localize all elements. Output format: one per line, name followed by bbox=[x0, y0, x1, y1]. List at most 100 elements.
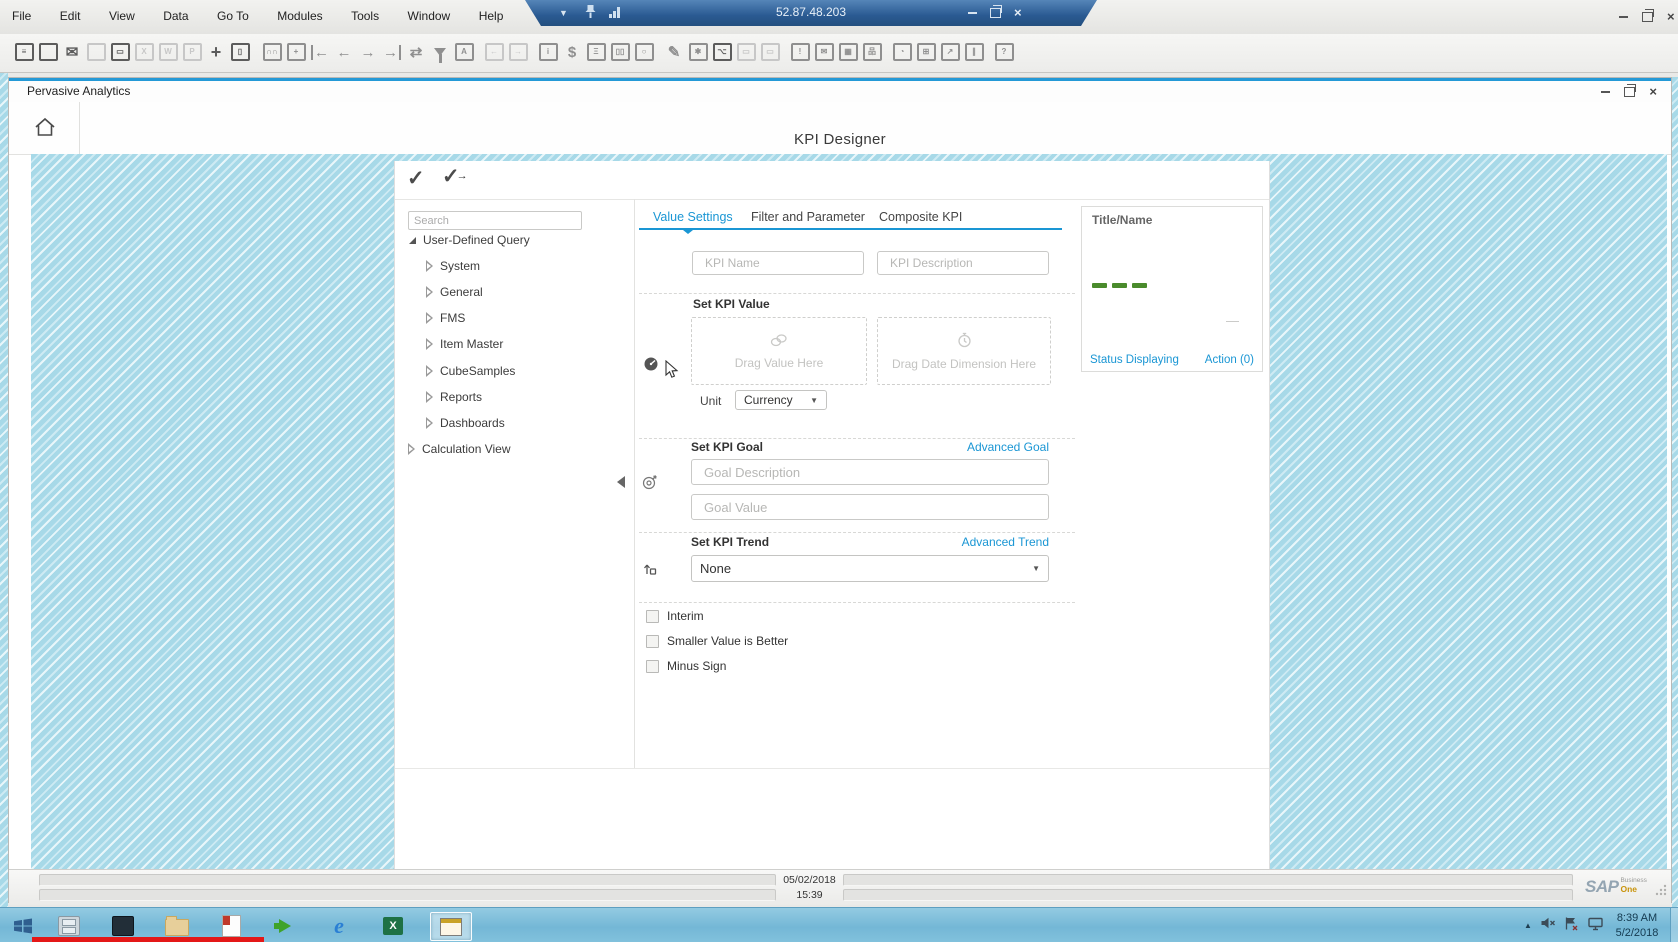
kpi-description-input[interactable] bbox=[877, 251, 1049, 275]
taskbar-internet-explorer-icon[interactable]: e bbox=[322, 912, 356, 939]
taskbar-document-app-icon[interactable] bbox=[214, 912, 248, 939]
workflow-icon[interactable]: ⌥ bbox=[712, 43, 732, 61]
menu-help[interactable]: Help bbox=[467, 9, 516, 23]
taskbar-file-explorer-icon[interactable] bbox=[52, 912, 86, 939]
alert-message-icon[interactable]: ✉ bbox=[814, 43, 834, 61]
window-minimize-icon[interactable] bbox=[1601, 91, 1610, 93]
link-document-icon[interactable]: ← bbox=[484, 43, 504, 61]
collapsed-triangle-icon[interactable] bbox=[427, 288, 433, 296]
rdp-minimize-icon[interactable] bbox=[968, 12, 977, 14]
collapsed-triangle-icon[interactable] bbox=[427, 262, 433, 270]
help-icon[interactable]: ? bbox=[994, 43, 1014, 61]
collapsed-triangle-icon[interactable] bbox=[427, 419, 433, 427]
start-button[interactable] bbox=[6, 912, 40, 939]
split-icon[interactable]: ▯▯ bbox=[610, 43, 630, 61]
menu-goto[interactable]: Go To bbox=[205, 9, 261, 23]
network-icon[interactable] bbox=[1587, 916, 1604, 936]
app-close-icon[interactable]: × bbox=[1667, 12, 1675, 22]
rdp-close-icon[interactable]: × bbox=[1014, 8, 1022, 18]
tree-node-system[interactable]: System bbox=[427, 258, 480, 274]
taskbar-sap-business-one-icon[interactable] bbox=[430, 912, 472, 941]
collapsed-triangle-icon[interactable] bbox=[427, 340, 433, 348]
unit-dropdown[interactable]: Currency ▼ bbox=[735, 390, 827, 410]
advanced-trend-link[interactable]: Advanced Trend bbox=[962, 535, 1049, 549]
show-desktop-button[interactable] bbox=[1670, 908, 1678, 942]
calendar-icon[interactable]: ▦ bbox=[838, 43, 858, 61]
search-input[interactable] bbox=[408, 211, 582, 230]
edit-icon[interactable]: ✎ bbox=[664, 43, 684, 61]
menu-view[interactable]: View bbox=[97, 9, 147, 23]
menu-window[interactable]: Window bbox=[396, 9, 463, 23]
tree-node-cubesamples[interactable]: CubeSamples bbox=[427, 363, 515, 379]
find-icon[interactable]: ∩∩ bbox=[262, 43, 282, 61]
email-icon[interactable]: ✉ bbox=[62, 43, 82, 61]
kpi-name-input[interactable] bbox=[692, 251, 864, 275]
resize-grip[interactable] bbox=[1655, 883, 1667, 901]
expanded-triangle-icon[interactable] bbox=[409, 237, 416, 244]
export-word-icon[interactable]: W bbox=[158, 43, 178, 61]
smaller-value-checkbox[interactable] bbox=[646, 635, 659, 648]
action-center-flag-icon[interactable] bbox=[1564, 916, 1579, 936]
print-icon[interactable] bbox=[38, 43, 58, 61]
interim-checkbox[interactable] bbox=[646, 610, 659, 623]
tree-node-item-master[interactable]: Item Master bbox=[427, 336, 503, 352]
goal-value-input[interactable] bbox=[691, 494, 1049, 520]
tree-node-user-defined-query[interactable]: User-Defined Query bbox=[409, 232, 530, 248]
first-record-icon[interactable]: ← bbox=[310, 43, 330, 61]
confirm-and-new-icon[interactable]: ✓→ bbox=[442, 164, 468, 189]
tab-composite-kpi[interactable]: Composite KPI bbox=[879, 210, 962, 224]
alert-document-icon[interactable]: ! bbox=[790, 43, 810, 61]
interim-option[interactable]: Interim bbox=[646, 609, 704, 623]
menu-tools[interactable]: Tools bbox=[339, 9, 391, 23]
minus-sign-option[interactable]: Minus Sign bbox=[646, 659, 726, 673]
rdp-restore-icon[interactable] bbox=[990, 8, 1001, 18]
fax-icon[interactable] bbox=[86, 43, 106, 61]
message-received-icon[interactable]: ▭ bbox=[760, 43, 780, 61]
add-icon[interactable]: + bbox=[286, 43, 306, 61]
share-icon[interactable]: ↗ bbox=[940, 43, 960, 61]
collapse-panel-arrow[interactable] bbox=[617, 476, 625, 488]
form-settings-icon[interactable]: ✱ bbox=[688, 43, 708, 61]
journal-voucher-icon[interactable]: Ξ bbox=[586, 43, 606, 61]
volume-muted-icon[interactable] bbox=[1540, 916, 1556, 935]
menu-edit[interactable]: Edit bbox=[48, 9, 93, 23]
payment-means-icon[interactable]: $ bbox=[562, 43, 582, 61]
tree-node-fms[interactable]: FMS bbox=[427, 310, 465, 326]
advanced-goal-link[interactable]: Advanced Goal bbox=[967, 440, 1049, 454]
preview-icon[interactable]: ≡ bbox=[14, 43, 34, 61]
refresh-icon[interactable]: ⇄ bbox=[406, 43, 426, 61]
confirm-icon[interactable]: ✓ bbox=[407, 166, 425, 191]
message-sent-icon[interactable]: ▭ bbox=[736, 43, 756, 61]
tab-value-settings[interactable]: Value Settings bbox=[653, 210, 733, 224]
document-find-icon[interactable]: ○ bbox=[634, 43, 654, 61]
navigate-icon[interactable]: + bbox=[206, 43, 226, 61]
app-restore-icon[interactable] bbox=[1642, 12, 1653, 22]
document-info-icon[interactable]: i bbox=[538, 43, 558, 61]
taskbar-clock[interactable]: 8:39 AM 5/2/2018 bbox=[1608, 911, 1666, 941]
smaller-value-option[interactable]: Smaller Value is Better bbox=[646, 634, 788, 648]
collapsed-triangle-icon[interactable] bbox=[427, 393, 433, 401]
taskbar-excel-icon[interactable]: X bbox=[376, 912, 410, 939]
grid-report-icon[interactable]: ◔ bbox=[892, 43, 912, 61]
copy-special-icon[interactable]: ▭ bbox=[110, 43, 130, 61]
new-widget-icon[interactable]: ⊞ bbox=[916, 43, 936, 61]
tree-node-general[interactable]: General bbox=[427, 284, 483, 300]
export-pdf-icon[interactable]: P bbox=[182, 43, 202, 61]
action-link[interactable]: Action (0) bbox=[1205, 354, 1254, 366]
goal-description-input[interactable] bbox=[691, 459, 1049, 485]
minus-sign-checkbox[interactable] bbox=[646, 660, 659, 673]
window-restore-icon[interactable] bbox=[1624, 87, 1635, 97]
collapsed-triangle-icon[interactable] bbox=[427, 314, 433, 322]
export-excel-icon[interactable]: X bbox=[134, 43, 154, 61]
drag-value-dropzone[interactable]: Drag Value Here bbox=[691, 317, 867, 385]
taskbar-terminal-icon[interactable] bbox=[106, 912, 140, 939]
menu-modules[interactable]: Modules bbox=[265, 9, 334, 23]
status-displaying-link[interactable]: Status Displaying bbox=[1090, 354, 1179, 366]
previous-record-icon[interactable]: ← bbox=[334, 43, 354, 61]
menu-file[interactable]: File bbox=[0, 9, 43, 23]
drag-date-dropzone[interactable]: Drag Date Dimension Here bbox=[877, 317, 1051, 385]
tab-filter-and-parameter[interactable]: Filter and Parameter bbox=[751, 210, 865, 224]
trend-dropdown[interactable]: None ▼ bbox=[691, 555, 1049, 582]
sort-icon[interactable]: A bbox=[454, 43, 474, 61]
hidden-icons-chevron-icon[interactable]: ▲ bbox=[1524, 921, 1532, 930]
